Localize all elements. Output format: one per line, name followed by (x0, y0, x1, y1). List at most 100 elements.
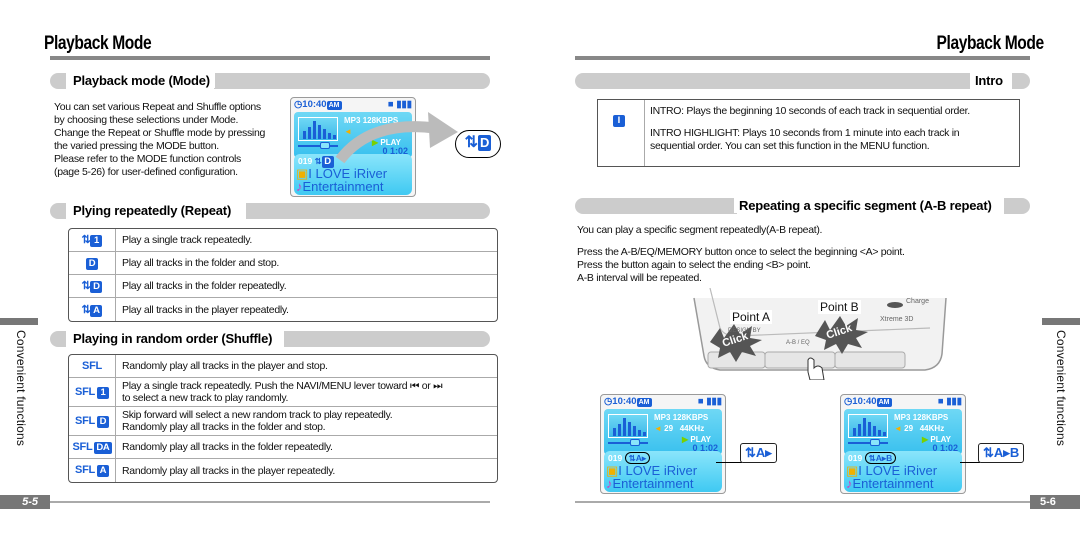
page-title: Playback Mode (44, 33, 152, 54)
repeat-all-icon: ⇅ A (69, 298, 116, 321)
page-number: 5-6 (1030, 495, 1080, 509)
shuffle-mode-icon: SFL D (69, 407, 116, 436)
row-description: Randomly play all tracks in the player a… (116, 355, 497, 378)
section-bar (575, 73, 970, 89)
speaker-icon: ◄ (654, 424, 662, 433)
mode-badge: DA (94, 441, 112, 454)
title-rule (575, 56, 1030, 60)
shuffle-mode-icon: SFL DA (69, 436, 116, 459)
description-line: Randomly play all tracks in the folder a… (122, 421, 326, 433)
description-line: (page 5-26) for user-defined configurati… (54, 166, 238, 178)
battery-icon: ▮▮▮ (706, 396, 722, 407)
mode-badge: 1 (96, 386, 109, 399)
device-screen-a: ◷10:40 AM ■ ▮▮▮ MP3 128KBPS ◄ 29 44KHz ▶ … (600, 394, 726, 494)
mode-badge: D (86, 257, 98, 270)
description-line: the varied pressing the MODE button. (54, 140, 219, 152)
repeat-icon: ⇅ (464, 134, 478, 151)
table-row: SFL DA Randomly play all tracks in the fol… (69, 436, 497, 459)
table-row: SFL A Randomly play all tracks in the play… (69, 459, 497, 482)
section-heading-shuffle: Playing in random order (Shuffle) (68, 331, 278, 346)
shuffle-label: SFL (75, 385, 95, 398)
side-label: Convenient functions (1054, 330, 1068, 447)
mode-description: You can set various Repeat and Shuffle o… (54, 101, 294, 179)
description-line: Randomly play all tracks in the player a… (122, 360, 328, 372)
section-bar (284, 331, 490, 347)
shuffle-mode-icon: SFL (69, 355, 116, 378)
section-bar (575, 198, 737, 214)
left-page: Playback Mode Playback mode (Mode) You c… (0, 0, 540, 540)
folder-badge: D (478, 135, 492, 151)
intro-table: I INTRO: Plays the beginning 10 seconds … (597, 99, 1020, 167)
speaker-icon: ◄ (894, 424, 902, 433)
mode-badge: D (96, 415, 109, 428)
intro-text: INTRO: Plays the beginning 10 seconds of… (650, 105, 970, 117)
repeat-icon: ⇅ (628, 453, 636, 463)
description-line: to select a new track to play randomly. (122, 392, 289, 404)
intro-highlight-text: INTRO HIGHLIGHT: Plays 10 seconds from 1… (650, 127, 960, 139)
repeat-folder-icon: ⇅ D (69, 275, 116, 298)
mode-badge: D (90, 281, 103, 293)
description-line: Change the Repeat or Shuffle mode by pre… (54, 127, 266, 139)
callout-line (960, 462, 980, 463)
ab-eq-label: A-B / EQ (786, 340, 810, 346)
side-label: Convenient functions (14, 330, 28, 447)
equalizer-graphic (848, 414, 888, 438)
shuffle-mode-icon: SFL 1 (69, 378, 116, 407)
section-bar (50, 331, 66, 347)
footer-rule (50, 501, 490, 503)
table-row: SFL D Skip forward will select a new rando… (69, 407, 497, 436)
repeat-table: ⇅ 1 Play a single track repeatedly. D Play a… (68, 228, 498, 322)
side-tab-marker (0, 318, 38, 325)
section-heading-intro: Intro (970, 73, 1008, 88)
table-row: SFL 1 Play a single track repeatedly. Push… (69, 378, 497, 407)
row-description: Play all tracks in the folder repeatedly… (116, 275, 497, 298)
play-icon: ▶ (922, 435, 929, 444)
page-title: Playback Mode (936, 33, 1045, 54)
design-label: DESIGN BY (728, 328, 761, 334)
description-line: Randomly play all tracks in the player r… (122, 464, 336, 477)
hand-cursor-icon (802, 362, 803, 363)
table-row: SFL Randomly play all tracks in the playe… (69, 355, 497, 378)
description-line: Please refer to the MODE function contro… (54, 153, 241, 165)
ab-step: Press the A-B/EQ/MEMORY button once to s… (577, 246, 905, 258)
point-b-label: Point B (818, 300, 861, 314)
table-row: D Play all tracks in the folder and stop. (69, 252, 497, 275)
play-icon: ▶ (682, 435, 689, 444)
repeat-icon: ⇅ (745, 445, 756, 460)
description-line: Randomly play all tracks in the folder r… (122, 441, 333, 453)
row-description: Play all tracks in the folder and stop. (116, 252, 497, 275)
description-line: Play a single track repeatedly. Push the… (122, 380, 443, 392)
row-description: Play a single track repeatedly. Push the… (116, 378, 497, 407)
ab-step: A-B interval will be repeated. (577, 272, 702, 284)
right-page: Playback Mode Intro I INTRO: Plays the b… (540, 0, 1080, 540)
description-line: by choosing these selections under Mode. (54, 114, 239, 126)
row-description: Skip forward will select a new random tr… (116, 407, 497, 436)
repeat-one-icon: ⇅ 1 (69, 229, 116, 252)
repeat-icon: ⇅ (81, 234, 91, 246)
lock-icon: ■ (937, 396, 944, 407)
equalizer-graphic (608, 414, 648, 438)
mode-badge: A (90, 304, 103, 317)
battery-icon: ▮▮▮ (946, 396, 962, 407)
row-description: Randomly play all tracks in the player r… (116, 459, 497, 482)
shuffle-label: SFL (82, 360, 102, 372)
shuffle-label: SFL (72, 440, 93, 453)
repeat-icon: ⇅ (868, 453, 876, 463)
section-heading-repeat: Plying repeatedly (Repeat) (68, 203, 237, 218)
callout-line (716, 462, 742, 463)
side-tab-marker (1042, 318, 1080, 325)
section-bar (1012, 73, 1030, 89)
time: 10:40 (302, 99, 327, 110)
xtreme-label: Xtreme 3D (880, 316, 914, 323)
ab-callout-a: ⇅A▸ (740, 443, 777, 463)
row-description: Randomly play all tracks in the folder r… (116, 436, 497, 459)
page-number: 5-5 (0, 495, 50, 509)
title-rule (50, 56, 490, 60)
arrow-graphic (335, 112, 458, 164)
description-line: Skip forward will select a new random tr… (122, 409, 393, 421)
track-number: 019 (298, 156, 313, 166)
section-heading-ab-repeat: Repeating a specific segment (A-B repeat… (734, 198, 997, 213)
description-line: You can set various Repeat and Shuffle o… (54, 101, 261, 113)
charge-label: Charge (906, 298, 929, 305)
intro-icon: I (613, 115, 625, 127)
